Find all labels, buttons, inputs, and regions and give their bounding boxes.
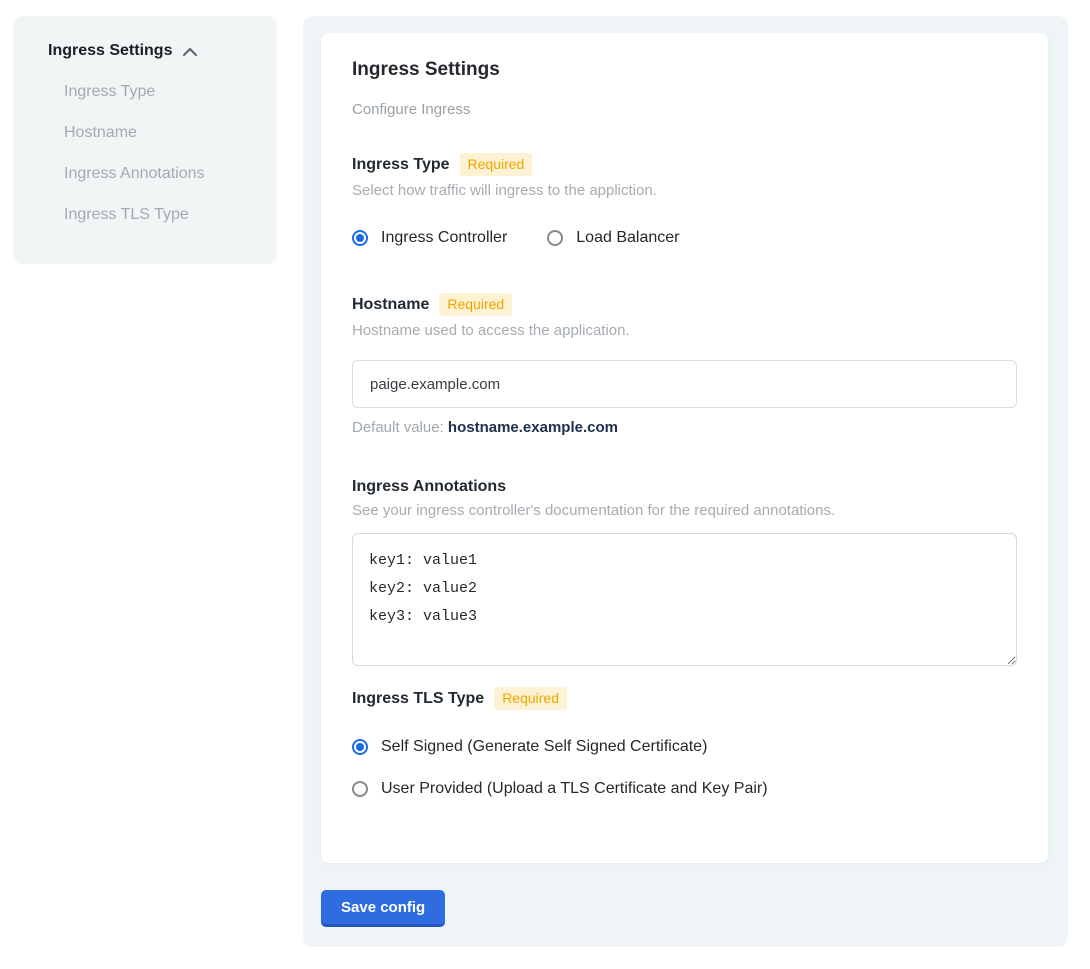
default-value-prefix: Default value: — [352, 419, 444, 436]
hostname-label: Hostname — [352, 296, 429, 314]
hostname-input[interactable] — [352, 360, 1017, 408]
required-badge: Required — [460, 153, 533, 176]
save-config-button[interactable]: Save config — [321, 890, 445, 927]
sidebar-section-toggle[interactable]: Ingress Settings — [48, 42, 277, 60]
section-ingress-tls-type: Ingress TLS Type Required Self Signed (G… — [352, 687, 1017, 798]
sidebar-item-ingress-type[interactable]: Ingress Type — [64, 83, 277, 101]
ingress-type-radio-group: Ingress Controller Load Balancer — [352, 229, 1017, 247]
settings-panel: Ingress Settings Configure Ingress Ingre… — [303, 16, 1068, 947]
tls-type-label: Ingress TLS Type — [352, 690, 484, 708]
section-header: Ingress Annotations — [352, 478, 1017, 496]
chevron-up-icon — [182, 45, 198, 57]
annotations-description: See your ingress controller's documentat… — [352, 502, 1017, 519]
radio-option-label: Load Balancer — [576, 229, 679, 247]
hostname-default-line: Default value: hostname.example.com — [352, 419, 1017, 436]
section-header: Hostname Required — [352, 293, 1017, 316]
sidebar-item-ingress-annotations[interactable]: Ingress Annotations — [64, 165, 277, 183]
radio-icon — [547, 230, 563, 246]
section-ingress-type: Ingress Type Required Select how traffic… — [352, 153, 1017, 247]
required-badge: Required — [439, 293, 512, 316]
sidebar-item-hostname[interactable]: Hostname — [64, 124, 277, 142]
annotations-textarea[interactable]: key1: value1 key2: value2 key3: value3 — [352, 533, 1017, 666]
default-value-text: hostname.example.com — [448, 419, 618, 436]
section-header: Ingress Type Required — [352, 153, 1017, 176]
page-subtitle: Configure Ingress — [352, 101, 1017, 118]
radio-option-ingress-controller[interactable]: Ingress Controller — [352, 229, 507, 247]
sidebar-section-title: Ingress Settings — [48, 42, 172, 60]
sidebar-item-ingress-tls-type[interactable]: Ingress TLS Type — [64, 206, 277, 224]
section-header: Ingress TLS Type Required — [352, 687, 1017, 710]
required-badge: Required — [494, 687, 567, 710]
radio-icon — [352, 781, 368, 797]
ingress-type-label: Ingress Type — [352, 156, 450, 174]
radio-option-user-provided[interactable]: User Provided (Upload a TLS Certificate … — [352, 780, 1017, 798]
sidebar-nav: Ingress Type Hostname Ingress Annotation… — [64, 83, 277, 224]
page-title: Ingress Settings — [352, 59, 1017, 81]
radio-option-load-balancer[interactable]: Load Balancer — [547, 229, 679, 247]
radio-option-label: User Provided (Upload a TLS Certificate … — [381, 780, 768, 798]
radio-icon — [352, 230, 368, 246]
radio-icon — [352, 739, 368, 755]
annotations-label: Ingress Annotations — [352, 478, 506, 496]
ingress-type-description: Select how traffic will ingress to the a… — [352, 182, 1017, 199]
radio-option-self-signed[interactable]: Self Signed (Generate Self Signed Certif… — [352, 738, 1017, 756]
tls-type-radio-group: Self Signed (Generate Self Signed Certif… — [352, 738, 1017, 798]
section-hostname: Hostname Required Hostname used to acces… — [352, 293, 1017, 436]
radio-option-label: Ingress Controller — [381, 229, 507, 247]
hostname-description: Hostname used to access the application. — [352, 322, 1017, 339]
settings-sidebar: Ingress Settings Ingress Type Hostname I… — [13, 16, 277, 264]
ingress-settings-card: Ingress Settings Configure Ingress Ingre… — [321, 33, 1048, 863]
section-ingress-annotations: Ingress Annotations See your ingress con… — [352, 478, 1017, 666]
radio-option-label: Self Signed (Generate Self Signed Certif… — [381, 738, 707, 756]
